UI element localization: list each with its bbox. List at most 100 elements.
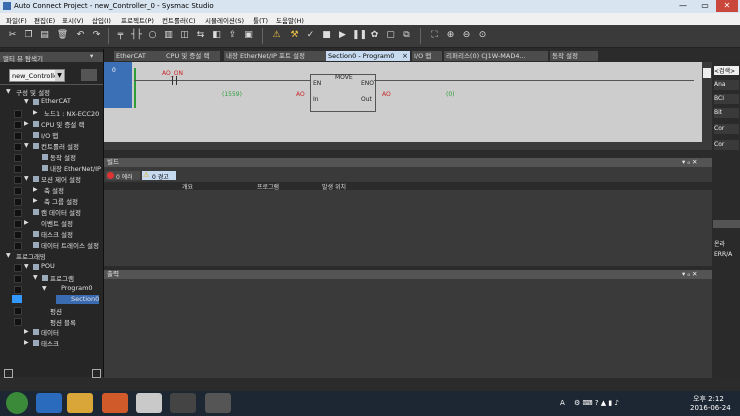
window-icon[interactable]: ▢ (384, 29, 397, 42)
rung-icon[interactable]: ╤ (114, 29, 127, 42)
ie-icon[interactable] (36, 393, 62, 413)
tree-checkbox[interactable] (14, 110, 22, 118)
tab-section0[interactable]: Section0 - Program0 (326, 51, 404, 61)
tab-cpu-rack[interactable]: CPU 및 증설 랙 (164, 51, 220, 61)
col-program[interactable]: 프로그램 (257, 182, 279, 191)
expand-icon[interactable]: ▼ (24, 142, 29, 149)
chrome-icon[interactable] (136, 393, 162, 413)
vertical-scrollbar[interactable] (702, 62, 712, 150)
tree-operation-settings[interactable]: 동작 설정 (50, 152, 76, 162)
warning-filter-button[interactable]: ⚠ 0 경고 (142, 171, 176, 181)
pause-icon[interactable]: ❚❚ (352, 29, 367, 42)
tree-program0[interactable]: Program0 (61, 284, 93, 292)
tree-node1[interactable]: 노드1 : NX-ECC20 (44, 108, 99, 118)
toolbox-item-bcd[interactable]: BCI (714, 94, 739, 104)
clock-time[interactable]: 오후 2:12 (693, 394, 724, 404)
view-toggle[interactable] (81, 69, 97, 81)
layout-icon[interactable]: ⧉ (400, 29, 413, 42)
in-variable[interactable]: AO (296, 91, 305, 98)
tree-checkbox[interactable] (14, 220, 22, 228)
tab-cj1w-mad4[interactable]: 리퍼리스(0) CJ1W-MAD4... (444, 51, 548, 61)
tree-checkbox[interactable] (14, 121, 22, 129)
redo-icon[interactable]: ↷ (90, 29, 103, 42)
cut-icon[interactable]: ✂ (6, 29, 19, 42)
expand-icon[interactable]: ▶ (24, 328, 29, 335)
controller-select[interactable]: new_Controlle ▼ (9, 69, 65, 82)
settings-icon[interactable]: ✿ (368, 29, 381, 42)
tree-controller-settings[interactable]: 컨트롤러 설정 (41, 141, 79, 151)
build-pin-close[interactable]: ▾ ₀ ✕ (682, 158, 697, 167)
expand-icon[interactable]: ▶ (33, 109, 38, 116)
function-icon[interactable]: ▥ (162, 29, 175, 42)
online-icon[interactable]: ◫ (178, 29, 191, 42)
zoom-in-icon[interactable]: ⊕ (444, 29, 457, 42)
expand-icon[interactable]: ▼ (6, 88, 11, 95)
tree-checkbox[interactable] (14, 187, 22, 195)
tree-ethernet-ip[interactable]: 내장 EtherNet/IP (50, 163, 101, 173)
close-tab-icon[interactable]: × (402, 51, 410, 61)
expand-icon[interactable]: ▶ (33, 197, 38, 204)
warning-icon[interactable]: ⚠ (270, 29, 283, 42)
sync-icon[interactable]: ⇆ (194, 29, 207, 42)
toolbox-item-bit[interactable]: Bit (714, 108, 739, 118)
toolbox-item-analog[interactable]: Ana (714, 80, 739, 90)
build-icon[interactable]: ⚒ (288, 29, 301, 42)
tree-checkbox[interactable] (14, 143, 22, 151)
tree-section0[interactable]: Section0 (71, 295, 99, 303)
explorer-icon[interactable] (67, 393, 93, 413)
delete-icon[interactable]: 🗑 (56, 29, 69, 42)
language-indicator[interactable]: A (560, 399, 565, 407)
tree-data-trace[interactable]: 데이터 트레이스 설정 (41, 240, 99, 250)
col-summary[interactable]: 개요 (182, 182, 193, 191)
tree-pou[interactable]: POU (41, 262, 55, 270)
expand-icon[interactable]: ▼ (6, 252, 11, 259)
tree-checkbox[interactable] (14, 275, 22, 283)
horizontal-scrollbar[interactable] (104, 142, 702, 150)
contact-left[interactable] (172, 76, 173, 85)
menu-file[interactable]: 파일(F) (6, 15, 27, 25)
sysmac-icon[interactable] (170, 393, 196, 413)
media-player-icon[interactable] (102, 393, 128, 413)
tree-event-settings[interactable]: 이벤트 설정 (41, 218, 73, 228)
menu-help[interactable]: 도움말(H) (276, 15, 304, 25)
minimize-button[interactable]: — (672, 0, 694, 12)
expand-icon[interactable]: ▼ (24, 175, 29, 182)
toolbox-item-cor2[interactable]: Cor (714, 140, 739, 150)
transfer-icon[interactable]: ⇪ (226, 29, 239, 42)
filter-icon[interactable] (4, 369, 13, 378)
expand-icon[interactable]: ▼ (24, 98, 29, 105)
menu-project[interactable]: 프로젝트(P) (121, 15, 154, 25)
expand-icon[interactable]: ▶ (33, 186, 38, 193)
ladder-editor[interactable]: 0 AO_ON MOVE EN ENO In Out (1559) AO AO … (104, 62, 702, 150)
sysmac-window-icon[interactable] (205, 393, 231, 413)
expand-icon[interactable]: ▶ (24, 339, 29, 346)
expand-icon[interactable]: ▼ (33, 274, 38, 281)
tree-checkbox[interactable] (14, 198, 22, 206)
close-button[interactable]: ✕ (716, 0, 738, 12)
scroll-thumb[interactable] (703, 68, 711, 78)
monitor-icon[interactable]: ▣ (242, 29, 255, 42)
tab-io-map[interactable]: I/O 맵 (412, 51, 442, 61)
contact-icon[interactable]: ┤├ (130, 29, 143, 42)
search-icon[interactable] (92, 369, 101, 378)
coil-icon[interactable]: ○ (146, 29, 159, 42)
pin-icon[interactable]: ▾ (90, 52, 93, 60)
out-variable[interactable]: AO (382, 91, 391, 98)
toolbox-search[interactable]: <검색> (714, 66, 739, 75)
tab-operation-settings[interactable]: 동작 설정 (550, 51, 598, 61)
tree-checkbox[interactable] (14, 165, 22, 173)
tree-cam-data[interactable]: 캠 데이터 설정 (41, 207, 81, 217)
menu-insert[interactable]: 삽입(I) (92, 15, 111, 25)
expand-icon[interactable]: ▼ (42, 285, 47, 292)
contact-right[interactable] (176, 76, 177, 85)
copy-icon[interactable]: ❐ (22, 29, 35, 42)
restore-button[interactable]: ▭ (694, 0, 716, 12)
check-icon[interactable]: ✓ (304, 29, 317, 42)
tree-checkbox[interactable] (14, 286, 22, 294)
rung-number-bar[interactable]: 0 (104, 62, 132, 108)
expand-icon[interactable]: ▼ (24, 263, 29, 270)
tree-checkbox[interactable] (14, 176, 22, 184)
start-button[interactable] (6, 392, 28, 414)
tree-programming[interactable]: 프로그래밍 (16, 251, 46, 261)
tree-ethercat[interactable]: EtherCAT (41, 97, 71, 105)
